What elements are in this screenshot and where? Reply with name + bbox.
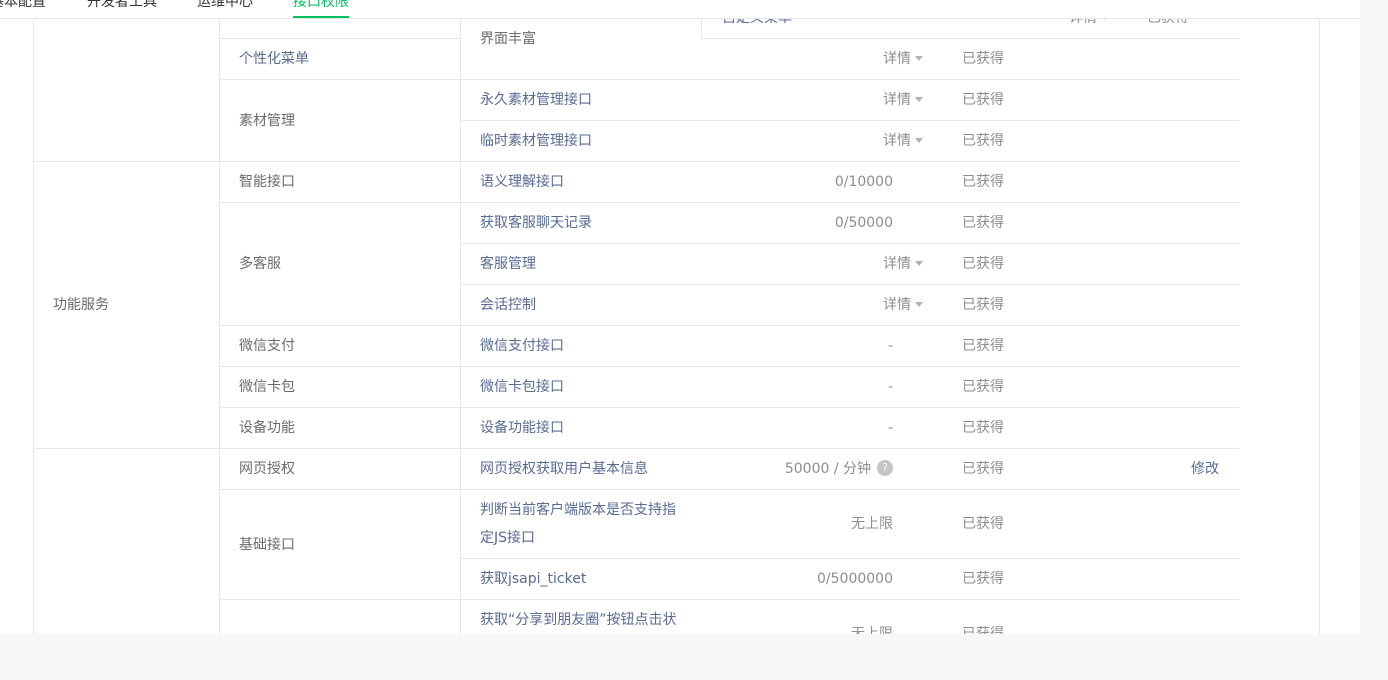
- caret-down-icon: [915, 137, 923, 143]
- row-divider: [219, 599, 1239, 600]
- row-divider: [219, 79, 1239, 80]
- interface-link[interactable]: 获取jsapi_ticket: [480, 569, 586, 589]
- detail-toggle[interactable]: 详情: [883, 254, 923, 274]
- row-divider: [460, 243, 1239, 244]
- row-divider: [460, 558, 1239, 559]
- status-text: 已获得: [962, 174, 1004, 190]
- page-background-bottom: [0, 634, 1388, 680]
- detail-label: 详情: [883, 92, 911, 108]
- sub-web-auth: 网页授权: [239, 461, 295, 477]
- interface-name: 界面丰富: [480, 31, 536, 47]
- row-divider: [219, 407, 1239, 408]
- row-divider: [219, 325, 1239, 326]
- interface-link[interactable]: 客服管理: [480, 254, 536, 274]
- detail-label: 详情: [883, 297, 911, 313]
- status-text: 已获得: [962, 215, 1004, 231]
- interface-link[interactable]: 临时素材管理接口: [480, 131, 592, 151]
- quota-text: 无上限: [851, 516, 893, 532]
- top-nav: 基本配置 开发者工具 运维中心 接口权限: [0, 0, 1360, 19]
- interface-link[interactable]: 设备功能接口: [480, 418, 564, 438]
- detail-label: 详情: [883, 133, 911, 149]
- quota-text: 50000 / 分钟: [784, 461, 871, 477]
- quota-text: 0/10000: [834, 174, 893, 190]
- detail-toggle[interactable]: 详情: [883, 49, 923, 69]
- sub-basic-interface: 基础接口: [239, 537, 295, 553]
- detail-label: 详情: [883, 256, 911, 272]
- interface-link[interactable]: 获取“分享到朋友圈”按钮点击状: [480, 610, 677, 630]
- interface-link[interactable]: 网页授权获取用户基本信息: [480, 459, 648, 479]
- status-text: 已获得: [962, 461, 1004, 477]
- status-text: 已获得: [962, 338, 1004, 354]
- caret-down-icon: [915, 55, 923, 61]
- sub-wechat-card: 微信卡包: [239, 379, 295, 395]
- table-border-left: [33, 0, 34, 634]
- interface-link-line2[interactable]: 定JS接口: [480, 528, 535, 548]
- quota-text: 0/50000: [834, 215, 893, 231]
- status-text: 已获得: [962, 51, 1004, 67]
- status-text: 已获得: [962, 133, 1004, 149]
- quota-text: 0/5000000: [817, 571, 893, 587]
- interface-link[interactable]: 语义理解接口: [480, 172, 564, 192]
- column-divider-name: [460, 0, 461, 634]
- detail-toggle[interactable]: 详情: [883, 131, 923, 151]
- panel-right-border: [1319, 0, 1320, 634]
- row-divider: [33, 448, 1239, 449]
- quota-text: -: [887, 379, 893, 395]
- interface-link[interactable]: 微信卡包接口: [480, 377, 564, 397]
- caret-down-icon: [915, 301, 923, 307]
- column-divider-sub: [219, 0, 220, 634]
- status-text: 已获得: [962, 379, 1004, 395]
- row-divider: [219, 489, 1239, 490]
- caret-down-icon: [915, 260, 923, 266]
- row-divider: [219, 366, 1239, 367]
- status-text: 已获得: [962, 516, 1004, 532]
- row-divider: [460, 120, 1239, 121]
- help-icon[interactable]: ?: [877, 460, 893, 476]
- sub-smart-interface: 智能接口: [239, 174, 295, 190]
- interface-link[interactable]: 获取客服聊天记录: [480, 213, 592, 233]
- interface-link[interactable]: 微信支付接口: [480, 336, 564, 356]
- interface-link[interactable]: 会话控制: [480, 295, 536, 315]
- tab-basic-config[interactable]: 基本配置: [0, 0, 46, 18]
- detail-label: 详情: [883, 51, 911, 67]
- sub-personalized-menu[interactable]: 个性化菜单: [239, 49, 309, 69]
- tab-ops-center[interactable]: 运维中心: [197, 0, 253, 18]
- status-text: 已获得: [962, 420, 1004, 436]
- sub-material-management: 素材管理: [239, 113, 295, 129]
- sub-customer-service: 多客服: [239, 256, 281, 272]
- sub-device-function: 设备功能: [239, 420, 295, 436]
- sub-wechat-pay: 微信支付: [239, 338, 295, 354]
- status-text: 已获得: [962, 92, 1004, 108]
- row-divider: [460, 284, 1239, 285]
- row-divider: [33, 161, 1239, 162]
- tab-developer-tools[interactable]: 开发者工具: [87, 0, 157, 18]
- permission-table-panel: 自定义菜单 详情 已获得 功能服务 界面丰富 个性化菜单 详情 已获得 素材管理…: [0, 0, 1360, 642]
- quota-text: -: [887, 338, 893, 354]
- status-text: 已获得: [962, 571, 1004, 587]
- interface-link-line1[interactable]: 判断当前客户端版本是否支持指: [480, 500, 676, 520]
- row-divider: [219, 38, 461, 39]
- caret-down-icon: [915, 96, 923, 102]
- modify-link[interactable]: 修改: [1191, 459, 1219, 479]
- row-divider: [219, 202, 1239, 203]
- quota-text: -: [887, 420, 893, 436]
- status-text: 已获得: [962, 297, 1004, 313]
- tab-interface-permissions[interactable]: 接口权限: [293, 0, 349, 18]
- category-function-service: 功能服务: [53, 297, 109, 313]
- status-text: 已获得: [962, 256, 1004, 272]
- interface-link[interactable]: 永久素材管理接口: [480, 90, 592, 110]
- quota-with-help: 50000 / 分钟?: [785, 459, 893, 479]
- page: 自定义菜单 详情 已获得 功能服务 界面丰富 个性化菜单 详情 已获得 素材管理…: [0, 0, 1388, 680]
- detail-toggle[interactable]: 详情: [883, 295, 923, 315]
- detail-toggle[interactable]: 详情: [883, 90, 923, 110]
